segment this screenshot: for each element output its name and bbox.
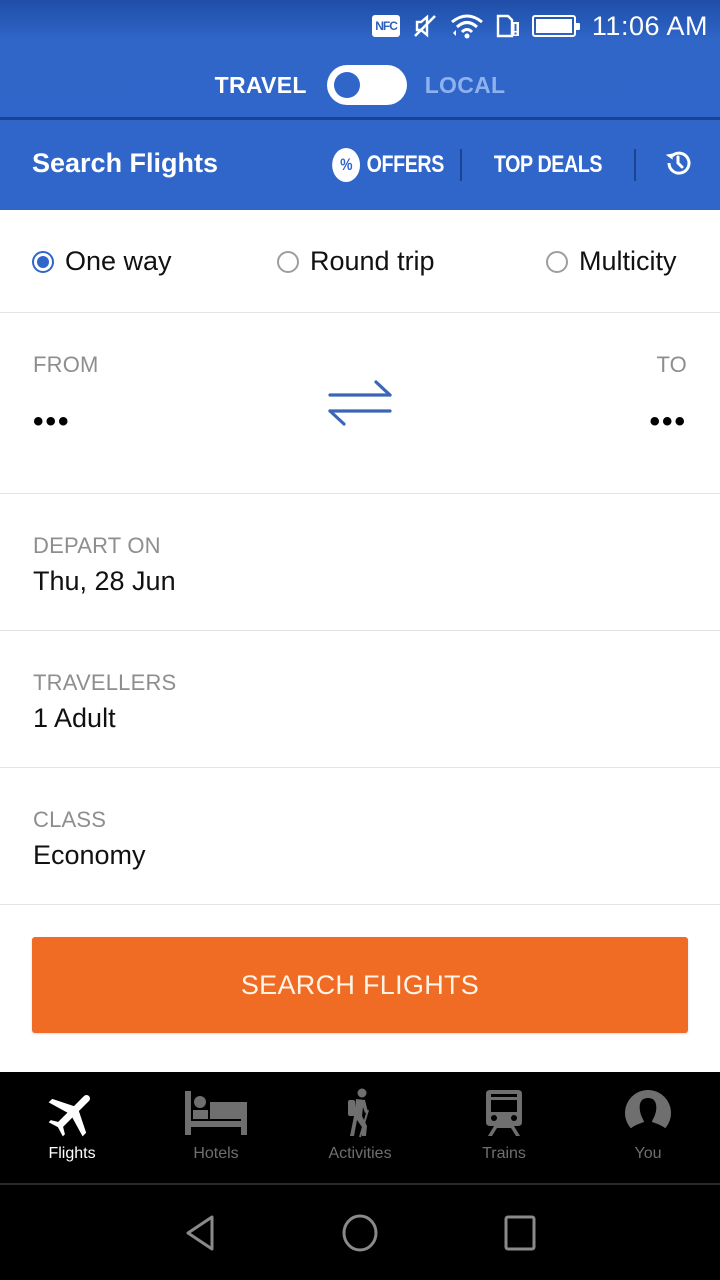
class-field[interactable]: CLASS Economy [0,768,720,905]
hiker-icon [328,1087,392,1139]
nav-item-flights[interactable]: Flights [0,1072,144,1184]
to-label: TO [656,352,687,377]
offers-button[interactable]: % OFFERS [333,150,460,180]
nav-item-hotels[interactable]: Hotels [144,1072,288,1184]
system-nav-bar [0,1185,720,1280]
back-icon [182,1213,218,1258]
depart-on-field[interactable]: DEPART ON Thu, 28 Jun [0,494,720,631]
search-flights-button[interactable]: SEARCH FLIGHTS [32,937,688,1033]
profile-icon [616,1087,680,1139]
nav-item-trains[interactable]: Trains [432,1072,576,1184]
page-title: Search Flights [32,148,219,178]
from-field[interactable]: ••• [33,405,71,439]
mode-switch-row: TRAVEL LOCAL [0,62,720,108]
nav-item-you[interactable]: You [576,1072,720,1184]
wifi-icon [450,13,484,39]
radio-label: Round trip [310,246,435,276]
travellers-label: TRAVELLERS [33,670,177,695]
nav-label: Hotels [193,1145,239,1162]
history-button[interactable] [636,120,720,210]
swap-arrows-icon [326,380,394,433]
bed-icon [184,1087,248,1139]
top-deals-button[interactable]: TOP DEALS [477,151,618,179]
home-icon [340,1213,380,1258]
nav-label: Activities [328,1145,392,1162]
nav-label: You [634,1145,662,1162]
back-button[interactable] [175,1210,225,1260]
route-section: FROM TO ••• ••• [0,313,720,494]
mute-icon [412,13,438,39]
radio-checked-icon [32,250,54,273]
class-label: CLASS [33,807,107,832]
radio-label: Multicity [579,246,677,276]
nav-item-activities[interactable]: Activities [288,1072,432,1184]
toggle-knob [333,72,360,98]
home-button[interactable] [335,1210,385,1260]
from-label: FROM [33,352,99,377]
depart-on-value: Thu, 28 Jun [33,566,176,596]
radio-unchecked-icon [546,250,568,273]
radio-label: One way [65,246,172,276]
travel-local-toggle[interactable] [326,65,407,105]
nfc-icon: NFC [372,15,400,37]
travellers-field[interactable]: TRAVELLERS 1 Adult [0,631,720,768]
swap-button[interactable] [326,375,394,429]
status-bar: NFC 11:06 AM [372,0,720,52]
sim-alert-icon [496,13,520,39]
history-icon [663,148,693,183]
airplane-icon [40,1087,104,1139]
recents-icon [502,1213,538,1258]
to-field[interactable]: ••• [649,405,687,439]
depart-on-label: DEPART ON [33,533,161,558]
radio-unchecked-icon [277,250,299,273]
nav-label: Flights [48,1145,96,1162]
header-actions: % OFFERS TOP DEALS [306,120,720,210]
radio-multicity[interactable]: Multicity [546,246,677,277]
mode-travel-label[interactable]: TRAVEL [215,72,307,99]
radio-one-way[interactable]: One way [32,246,172,277]
trip-type-group: One way Round trip Multicity [0,210,720,313]
class-value: Economy [33,840,146,870]
offers-percent-icon: % [333,150,359,180]
radio-round-trip[interactable]: Round trip [277,246,435,277]
status-time: 11:06 AM [591,10,708,41]
mode-local-label[interactable]: LOCAL [425,72,506,99]
travellers-value: 1 Adult [33,703,116,733]
battery-icon [531,15,580,37]
nav-label: Trains [482,1145,526,1162]
offers-label: OFFERS [366,151,444,178]
app-header: Search Flights % OFFERS TOP DEALS [0,120,720,210]
top-bar: NFC 11:06 AM TRAVEL LOCAL [0,0,720,118]
bottom-nav: Flights Hotels Activities Trains You [0,1072,720,1184]
train-icon [472,1087,536,1139]
recents-button[interactable] [495,1210,545,1260]
